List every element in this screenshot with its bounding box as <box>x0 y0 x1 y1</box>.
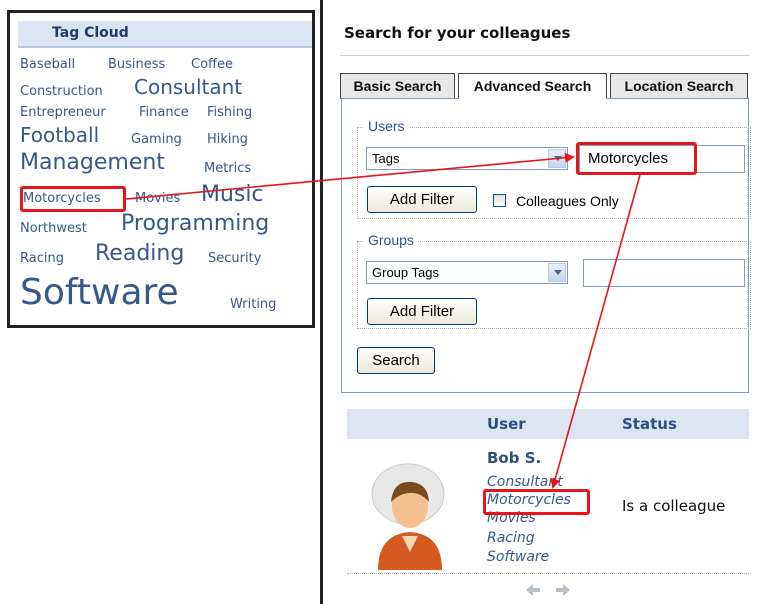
annotation-arrows <box>125 152 641 489</box>
tab-advanced-search[interactable]: Advanced Search <box>458 73 607 99</box>
arrow-input-to-result <box>550 174 641 489</box>
arrow-tag-to-input <box>125 152 575 200</box>
